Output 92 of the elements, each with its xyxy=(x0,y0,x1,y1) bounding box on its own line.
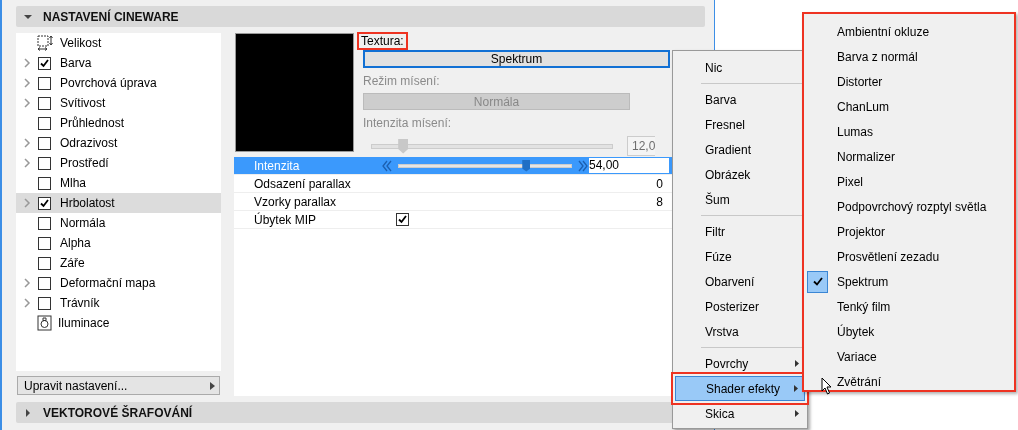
menu-item[interactable]: Nic xyxy=(675,55,805,80)
checkbox[interactable] xyxy=(38,236,51,250)
menu-item[interactable]: Fúze xyxy=(675,244,805,269)
submenu-arrow-icon xyxy=(794,385,798,392)
checkbox[interactable] xyxy=(38,196,51,210)
texture-button[interactable]: Spektrum xyxy=(363,50,670,68)
menu-item[interactable]: Prosvětlení zezadu xyxy=(804,244,1014,269)
property-value: 8 xyxy=(656,194,663,209)
menu-item[interactable]: Fresnel xyxy=(675,112,805,137)
channel-label: Odrazivost xyxy=(60,136,118,150)
channel-item[interactable]: Alpha xyxy=(16,233,221,253)
checkbox[interactable] xyxy=(38,116,51,130)
channel-label: Svítivost xyxy=(60,96,106,110)
channel-item[interactable]: Záře xyxy=(16,253,221,273)
channel-label: Iluminace xyxy=(58,316,110,330)
channel-label: Deformační mapa xyxy=(60,276,156,290)
channel-item[interactable]: Průhlednost xyxy=(16,113,221,133)
checkbox[interactable] xyxy=(38,156,51,170)
channel-item[interactable]: Iluminace xyxy=(16,313,221,333)
cursor-icon xyxy=(821,377,833,395)
menu-item[interactable]: Ambientní okluze xyxy=(804,19,1014,44)
channel-label: Povrchová úprava xyxy=(60,76,157,90)
channel-item[interactable]: Deformační mapa xyxy=(16,273,221,293)
checkbox[interactable] xyxy=(38,176,51,190)
menu-item[interactable]: Distorter xyxy=(804,69,1014,94)
channel-label: Barva xyxy=(60,56,92,70)
checkbox[interactable] xyxy=(396,213,409,226)
channel-label: Hrbolatost xyxy=(60,196,115,210)
section-header[interactable]: NASTAVENÍ CINEWARE xyxy=(16,6,705,27)
property-name: Úbytek MIP xyxy=(254,212,317,227)
checkbox[interactable] xyxy=(38,256,51,270)
menu-item[interactable]: Vrstva xyxy=(675,319,805,344)
channel-label: Mlha xyxy=(60,176,86,190)
menu-item[interactable]: Lumas xyxy=(804,119,1014,144)
channel-item[interactable]: Normála xyxy=(16,213,221,233)
checkbox[interactable] xyxy=(38,296,51,310)
channel-label: Velikost xyxy=(60,36,102,50)
channel-item[interactable]: Svítivost xyxy=(16,93,221,113)
checkbox[interactable] xyxy=(38,136,51,150)
channel-label: Záře xyxy=(60,256,85,270)
channel-label: Trávník xyxy=(60,296,100,310)
menu-item[interactable]: Variace xyxy=(804,344,1014,369)
menu-item[interactable]: Podpovrchový rozptyl světla xyxy=(804,194,1014,219)
menu-item[interactable]: Úbytek xyxy=(804,319,1014,344)
menu-item[interactable]: Povrchy xyxy=(675,351,805,376)
menu-item[interactable]: Zvětrání xyxy=(804,369,1014,394)
channel-item[interactable]: Mlha xyxy=(16,173,221,193)
menu-item[interactable]: Spektrum xyxy=(804,269,1014,294)
channel-item[interactable]: Povrchová úprava xyxy=(16,73,221,93)
expand-arrow-icon xyxy=(24,408,32,417)
menu-item[interactable]: ChanLum xyxy=(804,94,1014,119)
submenu-arrow-icon xyxy=(795,360,799,367)
menu-item[interactable]: Pixel xyxy=(804,169,1014,194)
channel-item[interactable]: Hrbolatost xyxy=(16,193,221,213)
texture-label: Textura: xyxy=(357,32,408,50)
checkbox[interactable] xyxy=(38,216,51,230)
slider-thumb[interactable] xyxy=(522,159,531,172)
arrow-right-icon xyxy=(210,381,215,390)
channel-label: Prostředí xyxy=(60,156,109,170)
chevron-icon xyxy=(23,198,31,208)
menu-item[interactable]: Posterizer xyxy=(675,294,805,319)
property-name: Vzorky parallax xyxy=(254,194,338,209)
property-name: Odsazení parallax xyxy=(254,176,352,191)
blend-mode-label: Režim mísení: xyxy=(363,74,441,88)
edit-settings-button[interactable]: Upravit nastavení... xyxy=(17,376,220,395)
submenu-arrow-icon xyxy=(795,410,799,417)
menu-item[interactable]: Barva z normál xyxy=(804,44,1014,69)
channel-label: Normála xyxy=(60,216,106,230)
property-name: Intenzita xyxy=(254,158,301,173)
bulb-icon xyxy=(37,315,52,331)
resize-icon xyxy=(37,34,54,52)
menu-item[interactable]: Normalizer xyxy=(804,144,1014,169)
expand-arrow-icon xyxy=(24,12,32,21)
blend-intensity-label: Intenzita mísení: xyxy=(363,116,453,130)
channel-label: Alpha xyxy=(60,236,91,250)
menu-item[interactable]: Projektor xyxy=(804,219,1014,244)
channel-item[interactable]: Prostředí xyxy=(16,153,221,173)
check-icon xyxy=(812,277,823,286)
checkbox[interactable] xyxy=(38,56,51,70)
property-value: 0 xyxy=(656,176,663,191)
menu-item[interactable]: Obarvení xyxy=(675,269,805,294)
checkbox[interactable] xyxy=(38,96,51,110)
checkbox[interactable] xyxy=(38,76,51,90)
channel-item[interactable]: Trávník xyxy=(16,293,221,313)
checkbox[interactable] xyxy=(38,276,51,290)
channel-item[interactable]: Odrazivost xyxy=(16,133,221,153)
channel-label: Průhlednost xyxy=(60,116,125,130)
channel-item[interactable]: Velikost xyxy=(16,33,221,53)
menu-item[interactable]: Barva xyxy=(675,87,805,112)
value-field[interactable]: 54,00 xyxy=(589,158,669,173)
channel-item[interactable]: Barva xyxy=(16,53,221,73)
menu-item[interactable]: Tenký film xyxy=(804,294,1014,319)
